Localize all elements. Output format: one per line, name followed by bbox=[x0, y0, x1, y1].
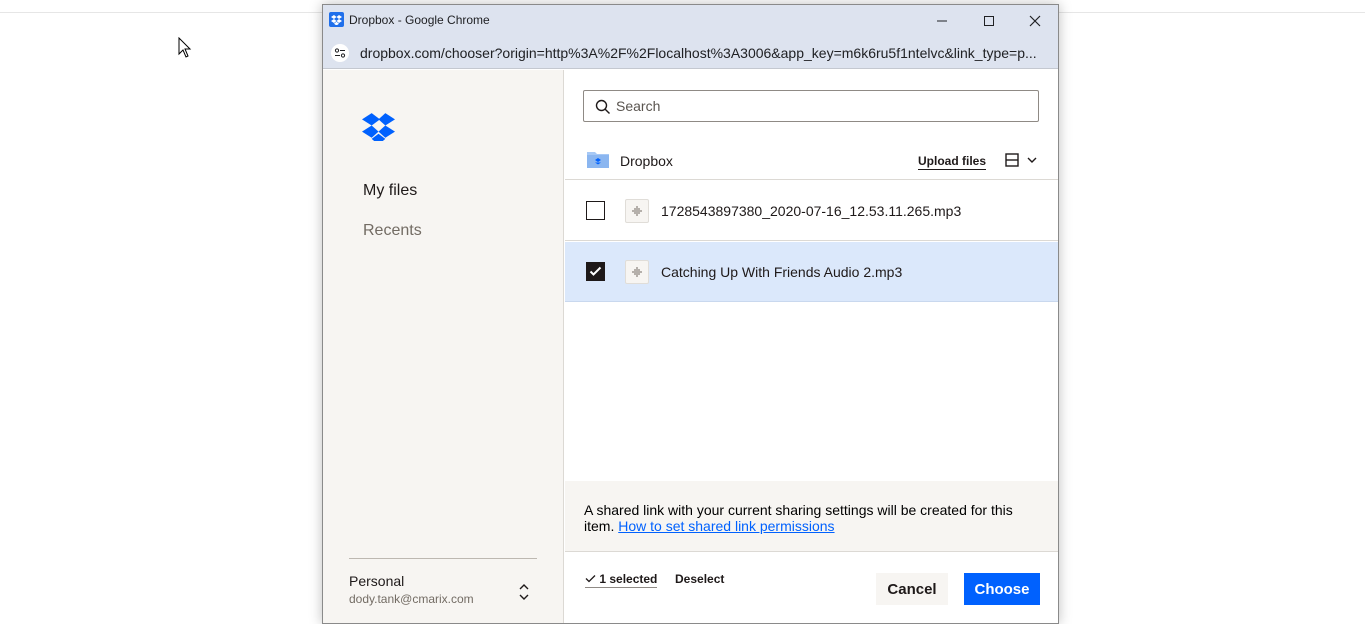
window-title: Dropbox - Google Chrome bbox=[349, 13, 490, 27]
dropbox-logo-icon bbox=[362, 113, 395, 141]
minimize-button[interactable] bbox=[919, 5, 965, 37]
address-bar[interactable]: dropbox.com/chooser?origin=http%3A%2F%2F… bbox=[323, 37, 1058, 69]
check-small-icon bbox=[585, 575, 596, 583]
file-browser: Dropbox Upload files 1728543897380_2020-… bbox=[565, 70, 1058, 623]
file-checkbox[interactable] bbox=[586, 201, 605, 220]
choose-button[interactable]: Choose bbox=[964, 573, 1040, 605]
account-email[interactable]: dody.tank@cmarix.com bbox=[349, 592, 474, 606]
url-text[interactable]: dropbox.com/chooser?origin=http%3A%2F%2F… bbox=[360, 45, 1037, 61]
minimize-icon bbox=[937, 20, 947, 22]
shared-link-notice: A shared link with your current sharing … bbox=[565, 481, 1058, 551]
account-name[interactable]: Personal bbox=[349, 573, 404, 589]
account-divider bbox=[349, 558, 537, 559]
breadcrumb-bar: Dropbox Upload files bbox=[565, 140, 1058, 180]
site-settings-icon[interactable] bbox=[331, 44, 349, 62]
sidebar-item-my-files[interactable]: My files bbox=[363, 182, 417, 200]
deselect-button[interactable]: Deselect bbox=[675, 572, 724, 586]
footer-bar: 1 selected Deselect Cancel Choose bbox=[565, 551, 1058, 623]
window-titlebar: Dropbox - Google Chrome bbox=[323, 5, 1058, 37]
maximize-button[interactable] bbox=[966, 5, 1012, 37]
file-name[interactable]: Catching Up With Friends Audio 2.mp3 bbox=[661, 264, 902, 280]
checkmark-icon bbox=[589, 266, 602, 276]
account-switcher-icon[interactable] bbox=[517, 582, 531, 602]
mouse-cursor-icon bbox=[178, 37, 192, 58]
maximize-icon bbox=[984, 16, 994, 26]
selected-count[interactable]: 1 selected bbox=[585, 572, 658, 588]
folder-icon bbox=[587, 152, 609, 168]
audio-file-icon bbox=[625, 260, 649, 284]
sidebar-item-recents[interactable]: Recents bbox=[363, 222, 422, 240]
shared-link-permissions-link[interactable]: How to set shared link permissions bbox=[618, 518, 834, 534]
file-checkbox-checked[interactable] bbox=[586, 262, 605, 281]
close-window-button[interactable] bbox=[1012, 5, 1058, 37]
breadcrumb-folder[interactable]: Dropbox bbox=[620, 153, 673, 169]
selected-count-label: 1 selected bbox=[599, 572, 658, 586]
sidebar: My files Recents Personal dody.tank@cmar… bbox=[323, 70, 564, 623]
search-input[interactable] bbox=[616, 96, 1016, 116]
view-toggle-icon[interactable] bbox=[1005, 152, 1039, 168]
audio-file-icon bbox=[625, 199, 649, 223]
cancel-button[interactable]: Cancel bbox=[876, 573, 948, 605]
file-row[interactable]: 1728543897380_2020-07-16_12.53.11.265.mp… bbox=[565, 181, 1058, 241]
file-name[interactable]: 1728543897380_2020-07-16_12.53.11.265.mp… bbox=[661, 203, 961, 219]
file-row-selected[interactable]: Catching Up With Friends Audio 2.mp3 bbox=[565, 242, 1058, 302]
search-icon bbox=[595, 99, 610, 114]
dropbox-favicon-icon bbox=[329, 12, 344, 27]
chrome-popup-window: Dropbox - Google Chrome dropbox.com/choo… bbox=[322, 4, 1059, 624]
upload-files-button[interactable]: Upload files bbox=[918, 154, 987, 170]
close-icon bbox=[1029, 15, 1041, 27]
search-box[interactable] bbox=[583, 90, 1039, 122]
